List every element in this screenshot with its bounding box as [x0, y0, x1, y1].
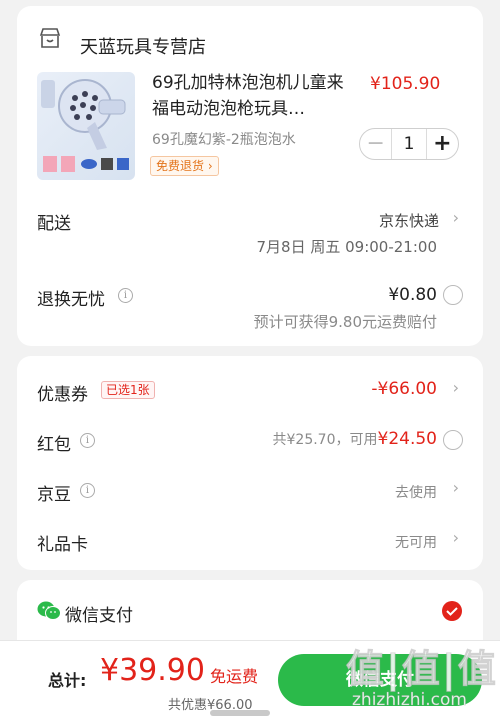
coupon-label: 优惠券 — [37, 385, 88, 405]
red-packet-total: 共¥25.70，可用 — [272, 432, 378, 448]
gift-card-value[interactable]: 无可用 — [395, 532, 437, 552]
total-amount: ¥39.90 — [100, 653, 205, 688]
discounts-card: 优惠券 已选1张 -¥66.00 › 红包 i 共¥25.70，可用¥24.50… — [17, 356, 483, 570]
store-icon — [39, 28, 61, 48]
return-insurance-radio[interactable] — [443, 285, 463, 305]
decrement-button[interactable]: − — [360, 129, 391, 159]
watermark-site: zhizhizhi.com — [352, 690, 467, 711]
jd-bean-label: 京豆 — [37, 485, 71, 505]
chevron-right-icon[interactable]: › — [453, 478, 459, 497]
shipping-text: 免运费 — [210, 667, 259, 686]
chevron-right-icon: › — [204, 159, 213, 173]
info-icon[interactable]: i — [80, 433, 95, 448]
info-icon[interactable]: i — [80, 483, 95, 498]
product-image[interactable] — [37, 72, 135, 180]
watermark: 值|值|值 — [346, 647, 498, 692]
product-variant[interactable]: 69孔魔幻紫-2瓶泡泡水 — [152, 129, 296, 149]
coupon-value[interactable]: -¥66.00 — [371, 379, 437, 399]
total-label: 总计: — [48, 671, 87, 690]
quantity-value[interactable]: 1 — [391, 129, 427, 159]
red-packet-available: ¥24.50 — [377, 429, 437, 449]
return-insurance-label: 退换无忧 — [37, 290, 105, 310]
red-packet-value[interactable]: 共¥25.70，可用¥24.50 — [273, 429, 437, 449]
delivery-label: 配送 — [37, 214, 71, 234]
chevron-right-icon[interactable]: › — [453, 208, 459, 227]
delivery-carrier[interactable]: 京东快递 — [379, 210, 439, 231]
chevron-right-icon[interactable]: › — [453, 378, 459, 397]
store-card: 天蓝玩具专营店 69孔加特林泡泡机儿童来福电动泡泡枪玩具… ¥105.90 69… — [17, 6, 483, 346]
red-packet-label: 红包 — [37, 435, 71, 455]
gift-card-label: 礼品卡 — [37, 535, 88, 555]
info-icon[interactable]: i — [118, 288, 133, 303]
bubble-gun-icon — [41, 79, 129, 172]
checkmark-icon[interactable] — [441, 600, 463, 622]
red-packet-radio[interactable] — [443, 430, 463, 450]
product-price: ¥105.90 — [370, 74, 441, 94]
wechat-icon — [37, 601, 61, 620]
payment-method-label: 微信支付 — [65, 606, 133, 626]
quantity-stepper[interactable]: − 1 + — [359, 128, 459, 160]
jd-bean-value[interactable]: 去使用 — [395, 482, 437, 502]
return-insurance-price: ¥0.80 — [388, 285, 437, 305]
coupon-badge: 已选1张 — [101, 381, 155, 399]
increment-button[interactable]: + — [427, 129, 458, 159]
return-insurance-note: 预计可获得9.80元运费赔付 — [253, 313, 437, 331]
chevron-right-icon[interactable]: › — [453, 528, 459, 547]
free-return-tag: 免费退货 › — [150, 156, 219, 176]
home-indicator[interactable] — [210, 710, 270, 716]
product-title[interactable]: 69孔加特林泡泡机儿童来福电动泡泡枪玩具… — [152, 70, 352, 122]
delivery-time: 7月8日 周五 09:00-21:00 — [256, 238, 438, 256]
store-name[interactable]: 天蓝玩具专营店 — [80, 33, 206, 59]
